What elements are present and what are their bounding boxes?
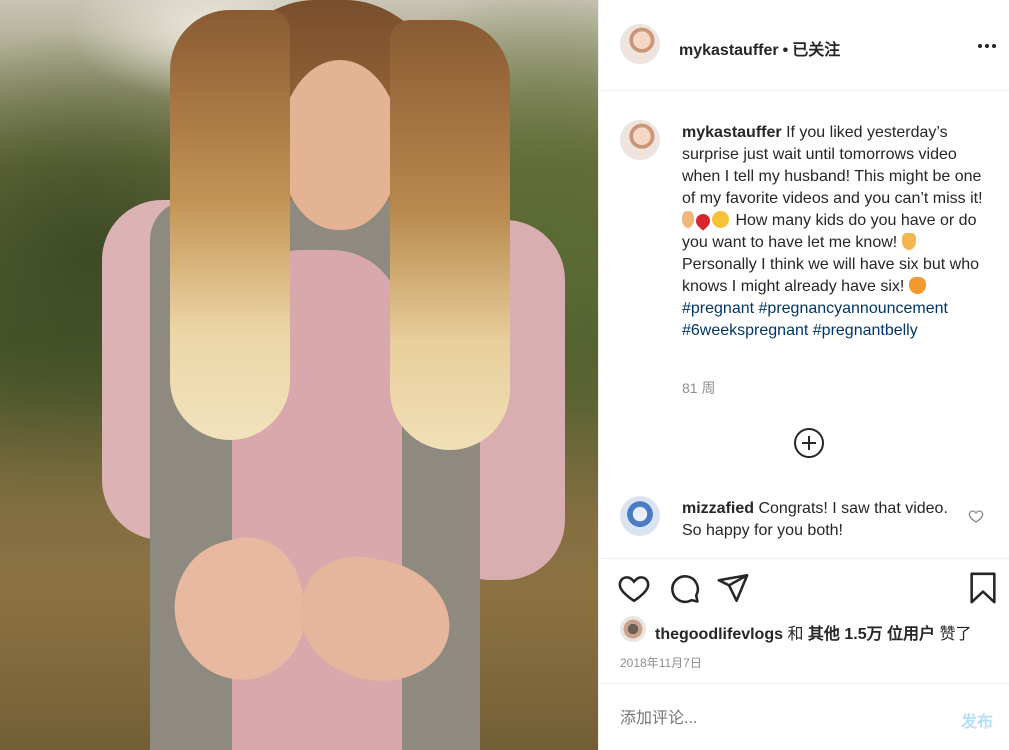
add-comment-bar: 发布 (599, 683, 1009, 750)
hashtag-link[interactable]: #pregnancyannouncement (759, 300, 948, 317)
post-side-panel: mykastauffer • 已关注 mykastauffer If you lik… (598, 0, 1009, 750)
caption-text-3: Personally I think we will have six but … (682, 256, 980, 295)
post-comment-button[interactable]: 发布 (961, 708, 993, 732)
comment-input[interactable] (620, 708, 940, 730)
likes-others-link[interactable]: 其他 1.5万 位用户 (808, 626, 935, 643)
caption-avatar[interactable] (620, 120, 660, 160)
author-username[interactable]: mykastauffer (679, 42, 779, 59)
heart-icon[interactable] (617, 571, 651, 605)
bookmark-icon[interactable] (966, 571, 1000, 605)
likes-and: 和 (787, 626, 804, 643)
comment-item: mizzafied Congrats! I saw that video. So… (599, 490, 1009, 556)
likes-liked: 赞了 (939, 626, 972, 643)
liker-avatar[interactable] (620, 616, 646, 642)
cat-emoji-icon (908, 277, 926, 294)
comment-icon[interactable] (667, 571, 701, 605)
share-icon[interactable] (716, 571, 750, 605)
author-line: mykastauffer • 已关注 (679, 36, 840, 60)
caption-text: mykastauffer If you liked yesterday’s su… (682, 122, 992, 342)
caption-timestamp: 81 周 (682, 380, 716, 396)
hashtag-link[interactable]: #pregnantbelly (813, 322, 918, 339)
follow-status-button[interactable]: 已关注 (792, 42, 840, 59)
post-date: 2018年11月7日 (620, 656, 702, 670)
comment-text: mizzafied Congrats! I saw that video. So… (682, 498, 952, 542)
woman-emoji-icon (682, 211, 694, 228)
kiss-emoji-icon (712, 211, 729, 228)
more-icon[interactable] (975, 34, 999, 58)
post-photo[interactable] (0, 0, 598, 750)
action-bar (599, 558, 1009, 616)
hashtag-link[interactable]: #6weekspregnant (682, 322, 808, 339)
author-avatar[interactable] (620, 24, 660, 64)
heart-emoji-icon (693, 211, 713, 231)
caption-username[interactable]: mykastauffer (682, 124, 782, 141)
separator-dot: • (782, 42, 789, 59)
plus-circle-icon[interactable] (794, 428, 824, 458)
comment-username[interactable]: mizzafied (682, 500, 754, 517)
comment-heart-icon[interactable] (968, 508, 984, 524)
commenter-avatar[interactable] (620, 496, 660, 536)
liker-username[interactable]: thegoodlifevlogs (655, 626, 783, 643)
likes-text: thegoodlifevlogs 和 其他 1.5万 位用户 赞了 (655, 620, 972, 644)
hashtag-link[interactable]: #pregnant (682, 300, 754, 317)
point-down-emoji-icon (901, 233, 916, 250)
likes-summary: thegoodlifevlogs 和 其他 1.5万 位用户 赞了 (599, 614, 1009, 648)
instagram-post: mykastauffer • 已关注 mykastauffer If you lik… (0, 0, 1009, 750)
post-header: mykastauffer • 已关注 (599, 0, 1009, 91)
